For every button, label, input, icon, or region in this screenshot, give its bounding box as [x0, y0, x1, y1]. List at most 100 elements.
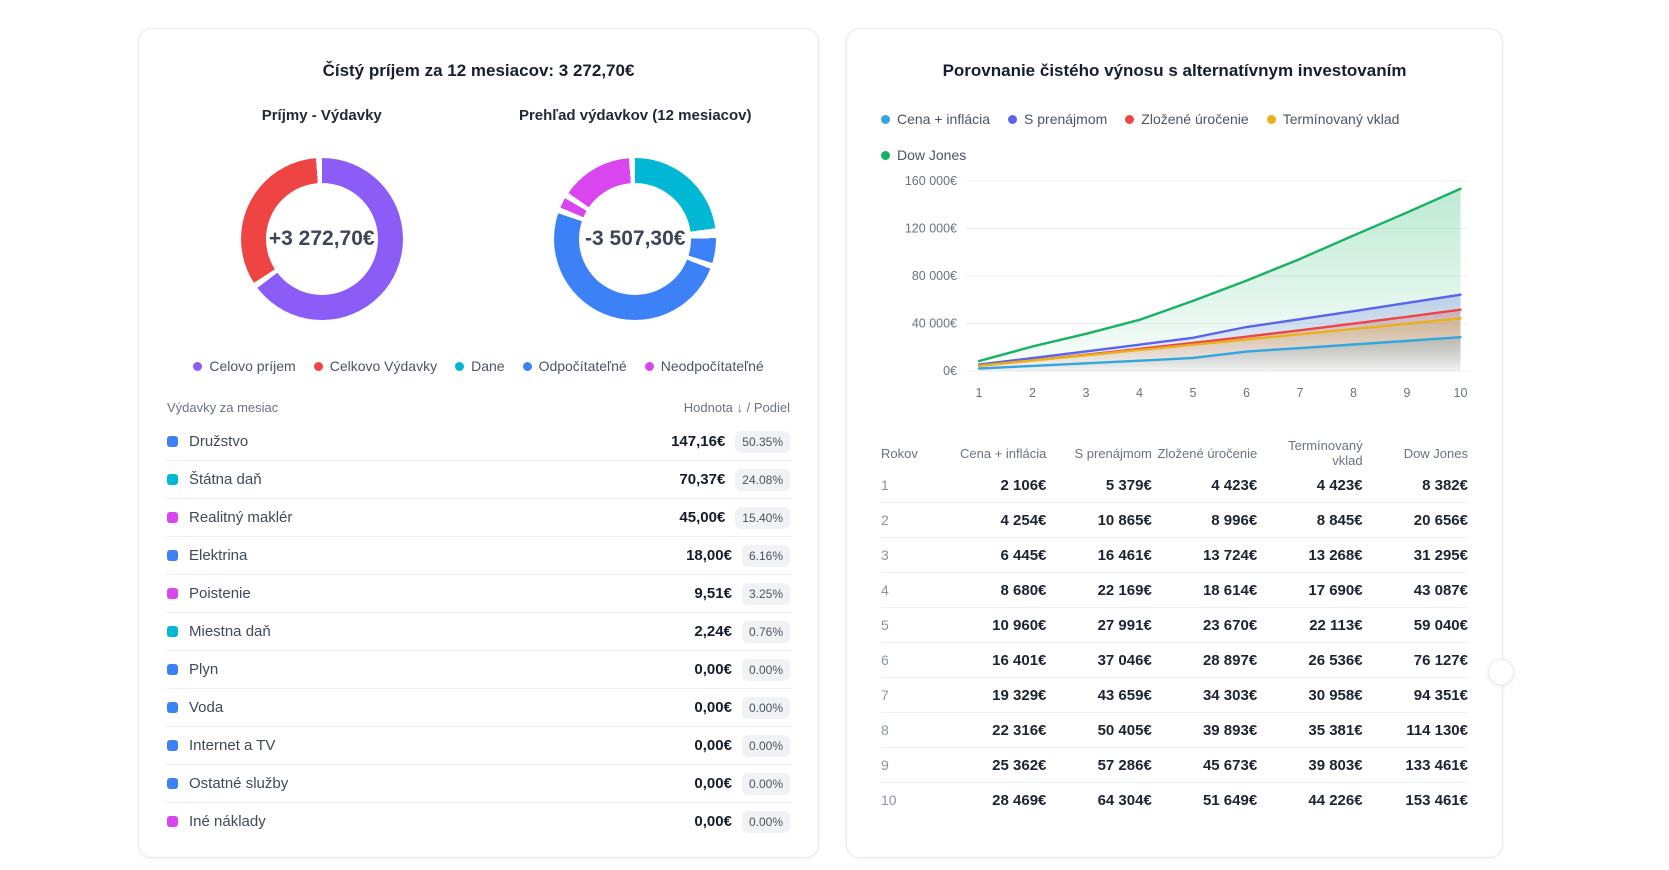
expense-label: Internet a TV [189, 737, 652, 754]
expenses-donut-title: Prehľad výdavkov (12 mesiacov) [519, 107, 752, 124]
legend-dot-icon [881, 151, 890, 160]
value-cell: 153 461€ [1363, 792, 1468, 809]
table-row: Družstvo147,16€50.35% [165, 423, 792, 460]
value-cell: 51 649€ [1152, 792, 1257, 809]
value-cell: 28 897€ [1152, 652, 1257, 669]
value-cell: 43 659€ [1046, 687, 1151, 704]
legend-item-celkovo-v-davky[interactable]: Celkovo Výdavky [314, 358, 437, 374]
expense-share-badge: 0.00% [742, 659, 790, 681]
x-axis-tick-label: 4 [1136, 386, 1143, 400]
expense-value: 0,00€ [652, 699, 732, 716]
value-cell: 59 040€ [1363, 617, 1468, 634]
category-color-icon [167, 778, 178, 789]
table-row: Iné náklady0,00€0.00% [165, 802, 792, 840]
legend-dot-icon [1267, 115, 1276, 124]
legend-item-s-pren-jmom[interactable]: S prenájmom [1008, 111, 1107, 127]
expense-label: Poistenie [189, 585, 652, 602]
table-row: 510 960€27 991€23 670€22 113€59 040€ [881, 607, 1468, 642]
investment-column-header: Cena + inflácia [941, 446, 1046, 461]
income-donut-section: Príjmy - Výdavky +3 272,70€ [165, 107, 479, 320]
expense-label: Ostatné služby [189, 775, 652, 792]
investment-table-head: RokovCena + infláciaS prenájmomZložené ú… [881, 438, 1468, 468]
category-color-icon [167, 702, 178, 713]
legend-item-dow-jones[interactable]: Dow Jones [881, 147, 966, 163]
investment-table: RokovCena + infláciaS prenájmomZložené ú… [881, 438, 1468, 817]
expense-label: Miestna daň [189, 623, 652, 640]
y-axis-tick-label: 80 000€ [912, 269, 957, 283]
legend-dot-icon [314, 362, 323, 371]
legend-item-neodpo-tate-n-[interactable]: Neodpočítateľné [645, 358, 764, 374]
x-axis-tick-label: 9 [1404, 386, 1411, 400]
income-vs-expenses-donut-chart[interactable]: +3 272,70€ [241, 158, 403, 320]
legend-dot-icon [455, 362, 464, 371]
income-donut-title: Príjmy - Výdavky [262, 107, 382, 124]
value-cell: 22 169€ [1046, 582, 1151, 599]
value-cell: 31 295€ [1363, 547, 1468, 564]
category-color-icon [167, 474, 178, 485]
expenses-table: Družstvo147,16€50.35%Štátna daň70,37€24.… [165, 423, 792, 840]
value-cell: 2 106€ [941, 477, 1046, 494]
value-cell: 6 445€ [941, 547, 1046, 564]
year-cell: 9 [881, 757, 941, 773]
value-cell: 114 130€ [1363, 722, 1468, 739]
expense-label: Družstvo [189, 433, 645, 450]
year-cell: 1 [881, 477, 941, 493]
value-cell: 10 960€ [941, 617, 1046, 634]
expenses-donut-center-value: -3 507,30€ [585, 227, 685, 251]
expenses-sort-header[interactable]: Hodnota ↓ / Podiel [684, 400, 790, 415]
category-color-icon [167, 626, 178, 637]
value-cell: 22 113€ [1257, 617, 1362, 634]
legend-dot-icon [523, 362, 532, 371]
category-color-icon [167, 740, 178, 751]
expense-label: Voda [189, 699, 652, 716]
value-cell: 23 670€ [1152, 617, 1257, 634]
x-axis-tick-label: 10 [1454, 386, 1468, 400]
year-cell: 10 [881, 792, 941, 808]
value-cell: 39 893€ [1152, 722, 1257, 739]
x-axis-tick-label: 5 [1190, 386, 1197, 400]
table-row: Miestna daň2,24€0.76% [165, 612, 792, 650]
legend-item-zlo-en-ro-enie[interactable]: Zložené úročenie [1125, 111, 1248, 127]
x-axis-tick-label: 6 [1243, 386, 1250, 400]
table-row: Elektrina18,00€6.16% [165, 536, 792, 574]
expense-value: 0,00€ [652, 661, 732, 678]
expense-label: Elektrina [189, 547, 652, 564]
value-cell: 25 362€ [941, 757, 1046, 774]
value-cell: 37 046€ [1046, 652, 1151, 669]
table-row: Ostatné služby0,00€0.00% [165, 764, 792, 802]
value-cell: 8 680€ [941, 582, 1046, 599]
donut-charts-row: Príjmy - Výdavky +3 272,70€ Prehľad výda… [165, 107, 792, 320]
legend-item-celovo-pr-jem[interactable]: Celovo príjem [193, 358, 295, 374]
table-row: 719 329€43 659€34 303€30 958€94 351€ [881, 677, 1468, 712]
table-row: 24 254€10 865€8 996€8 845€20 656€ [881, 502, 1468, 537]
card-edge-handle-button[interactable] [1488, 659, 1514, 685]
value-cell: 64 304€ [1046, 792, 1151, 809]
value-cell: 27 991€ [1046, 617, 1151, 634]
net-income-card: Čístý príjem za 12 mesiacov: 3 272,70€ P… [138, 28, 819, 858]
category-color-icon [167, 664, 178, 675]
value-cell: 19 329€ [941, 687, 1046, 704]
expense-value: 0,00€ [652, 775, 732, 792]
table-row: Plyn0,00€0.00% [165, 650, 792, 688]
value-cell: 35 381€ [1257, 722, 1362, 739]
legend-item-odpo-tate-n-[interactable]: Odpočítateľné [523, 358, 627, 374]
value-cell: 28 469€ [941, 792, 1046, 809]
value-cell: 5 379€ [1046, 477, 1151, 494]
expenses-donut-hole: -3 507,30€ [579, 183, 691, 295]
value-cell: 18 614€ [1152, 582, 1257, 599]
legend-item-dane[interactable]: Dane [455, 358, 504, 374]
y-axis-tick-label: 0€ [943, 364, 957, 378]
category-color-icon [167, 816, 178, 827]
legend-item-cena-infl-cia[interactable]: Cena + inflácia [881, 111, 990, 127]
expense-share-badge: 50.35% [735, 431, 790, 453]
legend-item-label: Termínovaný vklad [1283, 111, 1400, 127]
legend-item-term-novan-vklad[interactable]: Termínovaný vklad [1267, 111, 1400, 127]
table-row: 1028 469€64 304€51 649€44 226€153 461€ [881, 782, 1468, 817]
investment-line-chart[interactable]: 0€40 000€80 000€120 000€160 000€12345678… [881, 167, 1481, 419]
value-cell: 30 958€ [1257, 687, 1362, 704]
table-row: 616 401€37 046€28 897€26 536€76 127€ [881, 642, 1468, 677]
value-cell: 94 351€ [1363, 687, 1468, 704]
expenses-breakdown-donut-chart[interactable]: -3 507,30€ [554, 158, 716, 320]
net-income-card-title: Čístý príjem za 12 mesiacov: 3 272,70€ [165, 61, 792, 81]
table-row: Realitný maklér45,00€15.40% [165, 498, 792, 536]
